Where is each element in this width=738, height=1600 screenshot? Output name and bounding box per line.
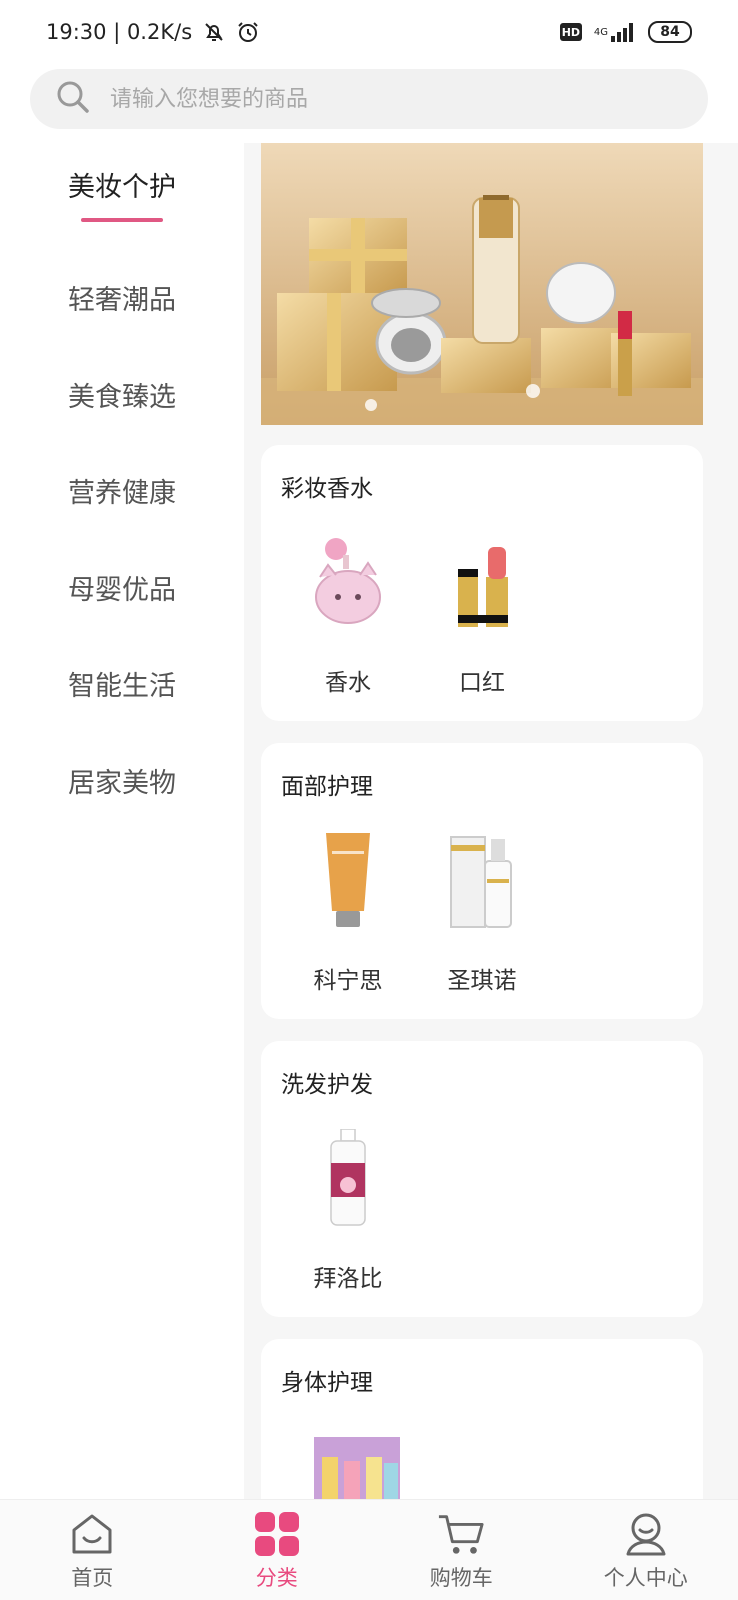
network-label: 4G [593,26,608,38]
shampoo-bottle-icon [298,1129,398,1229]
status-right: HD 4G 84 [559,21,692,43]
section-card-makeup: 彩妆香水 香水 口红 [261,445,703,721]
category-sidebar: 美妆个护 轻奢潮品 美食臻选 营养健康 母婴优品 智能生活 居家美物 [0,143,244,1499]
section-title: 洗发护发 [281,1072,373,1098]
category-icon [253,1510,301,1558]
sidebar-item-luxury[interactable]: 轻奢潮品 [0,249,244,345]
sidebar-item-beauty[interactable]: 美妆个护 [0,145,244,241]
cart-icon [437,1510,485,1558]
cream-tube-icon [298,831,398,931]
product-name: 口红 [459,670,505,696]
sidebar-item-food[interactable]: 美食臻选 [0,346,244,442]
product-item[interactable]: 口红 [415,533,549,697]
product-name: 香水 [325,670,371,696]
search-input[interactable] [110,86,650,112]
sidebar-item-health[interactable]: 营养健康 [0,442,244,538]
search-bar[interactable] [30,69,708,129]
tab-label: 首页 [71,1566,114,1590]
section-title: 面部护理 [281,774,373,800]
sidebar-item-smart-life[interactable]: 智能生活 [0,635,244,731]
home-icon [68,1510,116,1558]
section-title: 身体护理 [281,1370,373,1396]
section-card-hair-care: 洗发护发 拜洛比 [261,1041,703,1317]
hd-badge: HD [559,23,582,41]
product-name: 科宁思 [313,968,383,994]
sidebar-item-label: 美食臻选 [68,381,176,413]
foam-bottle-icon [432,831,532,931]
search-icon [56,80,90,118]
tab-label: 个人中心 [603,1566,688,1590]
signal-icon: 4G [594,22,636,42]
sidebar-item-label: 居家美物 [68,767,176,799]
section-card-body-care: 身体护理 [261,1339,703,1499]
body-care-product-image[interactable] [307,1427,407,1499]
product-name: 拜洛比 [313,1266,383,1292]
sidebar-item-label: 美妆个护 [68,171,176,203]
sidebar-item-label: 轻奢潮品 [68,284,176,316]
tab-label: 分类 [255,1566,298,1590]
status-bar: 19:30 | 0.2K/s HD 4G 84 [0,0,738,64]
product-item[interactable]: 科宁思 [281,831,415,995]
section-title: 彩妆香水 [281,476,373,502]
tab-cart[interactable]: 购物车 [369,1500,554,1600]
status-time: 19:30 | 0.2K/s [46,20,193,44]
active-underline [81,217,163,222]
tab-profile[interactable]: 个人中心 [554,1500,738,1600]
lipstick-icon [432,533,532,633]
category-content: 彩妆香水 香水 口红 面部护理 科宁思 圣琪诺 洗发护发 拜洛比 身体护理 [244,143,738,1499]
product-item[interactable]: 拜洛比 [281,1129,415,1293]
perfume-icon [298,533,398,633]
promo-banner[interactable] [261,143,703,425]
tab-label: 购物车 [429,1566,493,1590]
sidebar-item-home[interactable]: 居家美物 [0,732,244,828]
sidebar-item-label: 营养健康 [68,477,176,509]
product-item[interactable]: 香水 [281,533,415,697]
tab-home[interactable]: 首页 [0,1500,185,1600]
alarm-icon [236,20,260,44]
status-left: 19:30 | 0.2K/s [46,20,260,44]
sidebar-item-baby[interactable]: 母婴优品 [0,539,244,635]
battery-indicator: 84 [648,21,692,43]
user-icon [622,1510,670,1558]
tab-category[interactable]: 分类 [185,1500,370,1600]
mute-bell-icon [202,20,226,44]
sidebar-item-label: 智能生活 [68,670,176,702]
section-card-face-care: 面部护理 科宁思 圣琪诺 [261,743,703,1019]
product-item[interactable]: 圣琪诺 [415,831,549,995]
product-name: 圣琪诺 [447,968,517,994]
sidebar-item-label: 母婴优品 [68,574,176,606]
bottom-tab-bar: 首页 分类 购物车 个人中心 [0,1499,738,1600]
